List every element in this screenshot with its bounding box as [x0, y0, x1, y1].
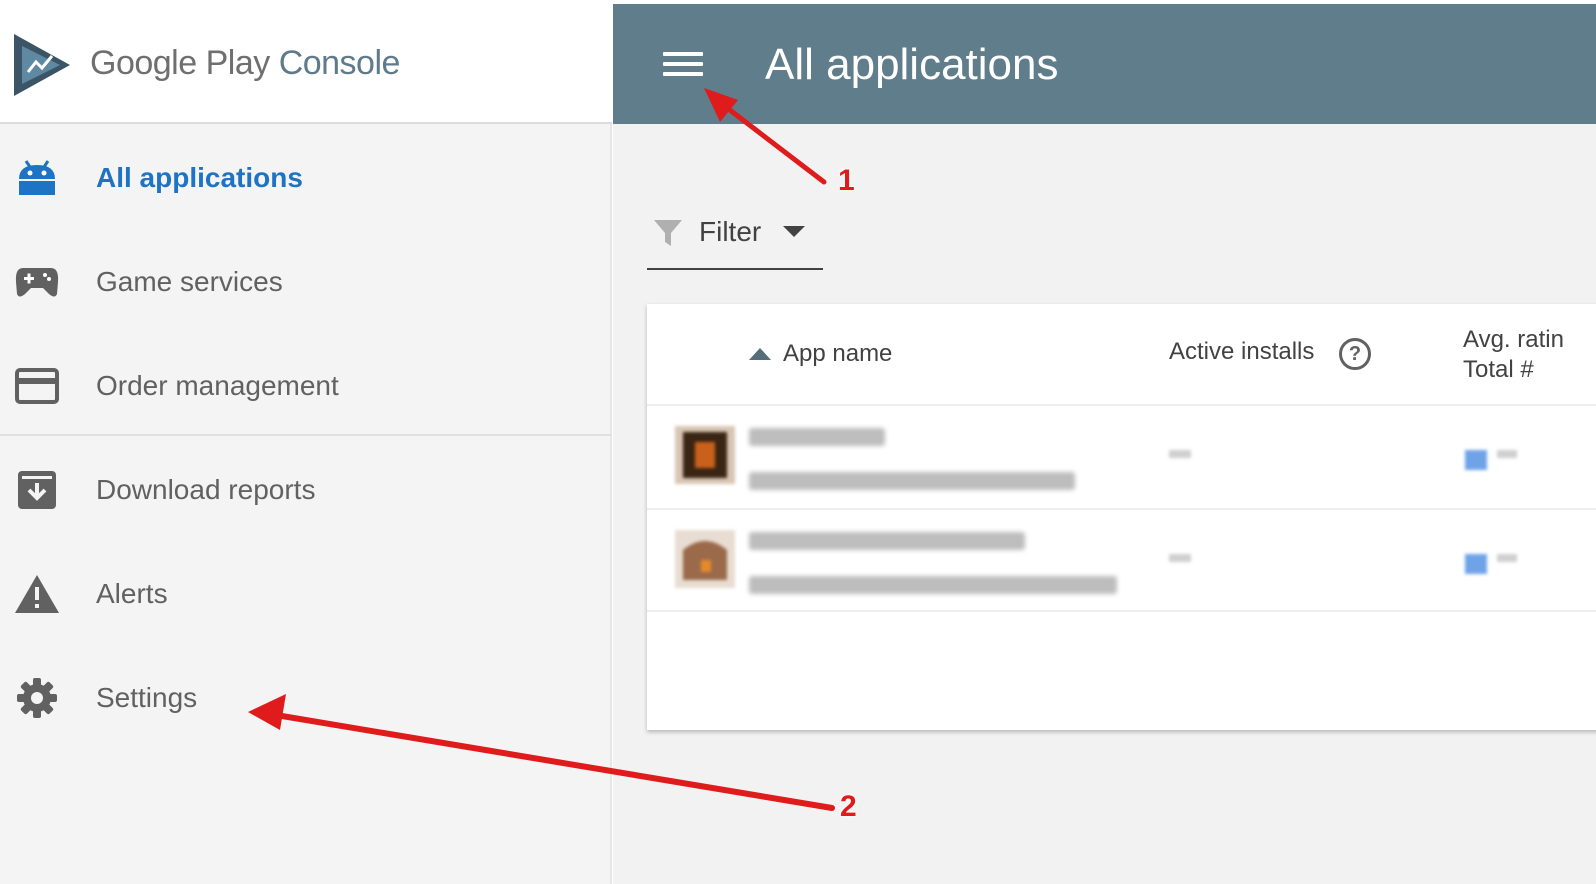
- filter-button[interactable]: Filter: [647, 212, 823, 270]
- sidebar-item-order-management[interactable]: Order management: [0, 334, 612, 438]
- top-app-bar: All applications: [613, 4, 1596, 124]
- hamburger-menu-icon[interactable]: [661, 46, 705, 86]
- app-name-redacted: [749, 532, 1025, 550]
- package-name-redacted: [749, 472, 1075, 490]
- sidebar-item-label: Alerts: [96, 578, 168, 609]
- sidebar-item-label: Game services: [96, 266, 283, 297]
- column-header-app-name[interactable]: App name: [783, 340, 892, 368]
- active-installs-redacted: [1169, 554, 1191, 562]
- rating-value-redacted: [1497, 450, 1517, 458]
- package-name-redacted: [749, 576, 1117, 594]
- sidebar-item-settings[interactable]: Settings: [0, 646, 612, 750]
- help-icon[interactable]: ?: [1339, 338, 1371, 370]
- filter-funnel-icon: [653, 218, 683, 253]
- column-header-active-installs[interactable]: Active installs: [1169, 338, 1314, 366]
- column-header-total[interactable]: Total #: [1463, 356, 1534, 384]
- column-header-avg-rating[interactable]: Avg. ratin: [1463, 326, 1564, 354]
- app-icon: [675, 426, 735, 484]
- brand-header: Google Play Console: [0, 4, 612, 124]
- sidebar-item-label: Settings: [96, 682, 198, 713]
- sidebar-item-download-reports[interactable]: Download reports: [0, 438, 612, 542]
- warning-icon: [14, 571, 60, 617]
- rating-bar-redacted: [1465, 554, 1487, 574]
- android-icon: [14, 155, 60, 201]
- sidebar-item-label: Download reports: [96, 474, 316, 505]
- sidebar-item-label: Order management: [96, 370, 339, 401]
- active-installs-redacted: [1169, 450, 1191, 458]
- sidebar: Google Play Console All applications Gam…: [0, 4, 612, 884]
- brand-console: Console: [278, 44, 401, 82]
- main-content: Filter App name Active installs ? Avg. r…: [613, 124, 1596, 884]
- sidebar-item-all-applications[interactable]: All applications: [0, 126, 612, 230]
- app-icon: [675, 530, 735, 588]
- play-console-logo-icon: [12, 32, 72, 103]
- rating-value-redacted: [1497, 554, 1517, 562]
- credit-card-icon: [14, 363, 60, 409]
- annotation-number-1: 1: [838, 164, 855, 197]
- rating-bar-redacted: [1465, 450, 1487, 470]
- gamepad-icon: [14, 259, 60, 305]
- nav-divider: [0, 434, 612, 436]
- table-row[interactable]: [647, 404, 1596, 508]
- sidebar-item-alerts[interactable]: Alerts: [0, 542, 612, 646]
- sidebar-item-game-services[interactable]: Game services: [0, 230, 612, 334]
- gear-icon: [14, 675, 60, 721]
- sidebar-item-label: All applications: [96, 162, 303, 193]
- applications-table: App name Active installs ? Avg. ratin To…: [647, 304, 1596, 730]
- table-row[interactable]: [647, 508, 1596, 612]
- app-name-redacted: [749, 428, 885, 446]
- filter-label: Filter: [699, 216, 762, 247]
- brand-title: Google Play Console: [90, 44, 400, 83]
- sort-ascending-icon[interactable]: [749, 348, 771, 360]
- download-box-icon: [14, 467, 60, 513]
- chevron-down-icon: [783, 226, 805, 237]
- brand-google: Google: [90, 44, 197, 82]
- annotation-number-2: 2: [840, 790, 857, 823]
- page-title: All applications: [765, 40, 1059, 89]
- brand-play: Play: [205, 44, 271, 82]
